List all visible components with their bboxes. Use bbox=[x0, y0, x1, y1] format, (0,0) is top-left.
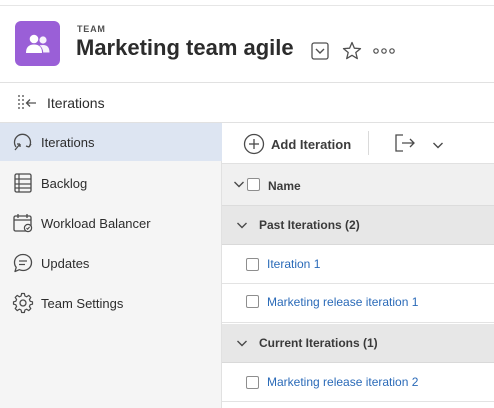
export-dropdown-button[interactable] bbox=[432, 137, 444, 149]
export-icon bbox=[395, 134, 415, 152]
backlog-icon bbox=[14, 173, 32, 193]
gear-icon bbox=[12, 292, 34, 314]
sidebar-item-updates[interactable]: Updates bbox=[0, 244, 222, 282]
updates-icon bbox=[13, 253, 33, 273]
title-dropdown-button[interactable] bbox=[310, 41, 330, 61]
group-label: Current Iterations (1) bbox=[259, 336, 378, 350]
page-title: Marketing team agile bbox=[76, 35, 294, 60]
table-row: Marketing release iteration 1 bbox=[222, 284, 494, 323]
group-label: Past Iterations (2) bbox=[259, 218, 360, 232]
add-iteration-button[interactable]: Add Iteration bbox=[243, 132, 351, 156]
sidebar-item-label: Workload Balancer bbox=[41, 215, 151, 231]
add-icon bbox=[243, 133, 265, 155]
favorite-button[interactable] bbox=[342, 41, 362, 61]
add-iteration-label: Add Iteration bbox=[271, 136, 352, 152]
chevron-down-icon bbox=[234, 181, 244, 188]
panel-title: Iterations bbox=[47, 95, 105, 111]
workload-balancer-icon bbox=[13, 214, 33, 233]
sidebar-item-label: Iterations bbox=[41, 134, 95, 150]
iteration-link[interactable]: Marketing release iteration 2 bbox=[267, 375, 418, 389]
panel-header: Iterations bbox=[0, 83, 494, 123]
star-icon bbox=[342, 41, 362, 60]
sidebar-item-backlog[interactable]: Backlog bbox=[0, 164, 222, 202]
select-all-checkbox[interactable] bbox=[247, 178, 260, 191]
expand-all-button[interactable] bbox=[233, 176, 245, 188]
dropdown-icon bbox=[311, 42, 329, 60]
team-icon bbox=[25, 34, 49, 53]
chevron-down-icon bbox=[237, 222, 247, 229]
sidebar-item-label: Backlog bbox=[41, 175, 88, 191]
table-row: Marketing release iteration 2 bbox=[222, 363, 494, 402]
sidebar-item-iterations[interactable]: Iterations bbox=[0, 123, 222, 161]
collapse-panel-button[interactable] bbox=[17, 93, 39, 113]
sidebar-item-team-settings[interactable]: Team Settings bbox=[0, 284, 222, 322]
chevron-down-icon bbox=[237, 340, 247, 347]
sidebar-item-label: Team Settings bbox=[41, 295, 124, 311]
more-options-button[interactable] bbox=[373, 41, 395, 61]
sidebar-item-label: Updates bbox=[41, 255, 90, 271]
row-checkbox[interactable] bbox=[246, 295, 259, 308]
team-header: TEAM Marketing team agile bbox=[0, 6, 494, 83]
row-checkbox[interactable] bbox=[246, 258, 259, 271]
group-row-past-iterations[interactable]: Past Iterations (2) bbox=[222, 206, 494, 245]
chevron-down-icon bbox=[433, 142, 443, 149]
sidebar: Iterations Backlog Workload Balancer Upd… bbox=[0, 123, 222, 408]
more-icon bbox=[373, 48, 395, 54]
team-kicker: TEAM bbox=[77, 24, 106, 34]
team-avatar bbox=[15, 21, 60, 66]
table-row: Iteration 1 bbox=[222, 245, 494, 284]
toolbar-divider bbox=[368, 131, 369, 155]
column-header-name[interactable]: Name bbox=[268, 179, 301, 193]
export-button[interactable] bbox=[394, 133, 416, 153]
iteration-link[interactable]: Iteration 1 bbox=[267, 257, 320, 271]
table-header: Name bbox=[222, 164, 494, 206]
iterations-icon bbox=[13, 133, 32, 151]
iteration-link[interactable]: Marketing release iteration 1 bbox=[267, 295, 418, 309]
toolbar: Add Iteration bbox=[222, 123, 494, 164]
sidebar-item-workload-balancer[interactable]: Workload Balancer bbox=[0, 204, 222, 242]
collapse-panel-icon bbox=[18, 95, 36, 111]
group-row-current-iterations[interactable]: Current Iterations (1) bbox=[222, 324, 494, 363]
row-checkbox[interactable] bbox=[246, 376, 259, 389]
